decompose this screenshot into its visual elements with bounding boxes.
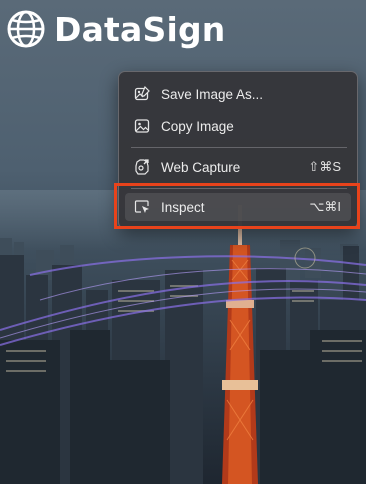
menu-item-label: Web Capture — [161, 159, 241, 175]
menu-item-save-image-as[interactable]: Save Image As... — [125, 80, 351, 108]
menu-item-label: Save Image As... — [161, 86, 264, 102]
menu-separator — [131, 147, 347, 148]
brand-name: DataSign — [54, 9, 226, 49]
highlight-box — [114, 183, 360, 229]
menu-item-shortcut: ⇧⌘S — [308, 159, 341, 174]
menu-item-web-capture[interactable]: Web Capture ⇧⌘S — [125, 153, 351, 181]
menu-item-label: Copy Image — [161, 118, 234, 134]
menu-item-copy-image[interactable]: Copy Image — [125, 112, 351, 140]
web-capture-icon — [133, 158, 151, 176]
image-icon — [133, 117, 151, 135]
brand-logo: DataSign — [6, 8, 226, 50]
save-image-icon — [133, 85, 151, 103]
globe-icon — [7, 10, 45, 48]
